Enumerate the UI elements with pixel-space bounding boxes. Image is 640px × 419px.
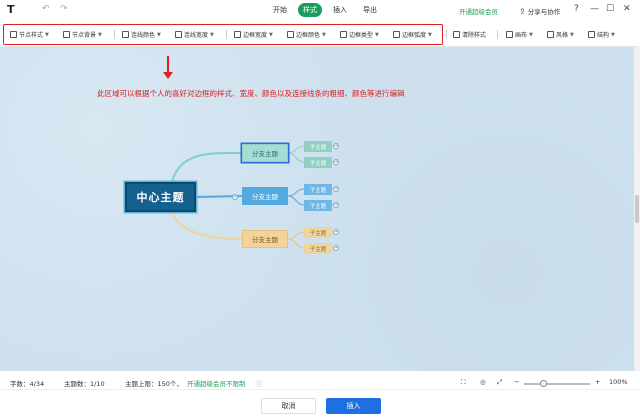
sub-topic[interactable]: 子主题 xyxy=(304,243,332,254)
close-icon[interactable]: ✕ xyxy=(623,4,631,14)
theme-icon xyxy=(547,31,554,38)
structure-icon xyxy=(588,31,595,38)
scrollbar-thumb[interactable] xyxy=(635,195,639,223)
sub-topic[interactable]: 子主题 xyxy=(304,141,332,152)
canvas-icon xyxy=(506,31,513,38)
zoom-out-icon[interactable]: − xyxy=(514,378,519,386)
branch-topic[interactable]: 分支主题 xyxy=(242,144,288,162)
divider xyxy=(497,30,498,39)
sub-topic[interactable]: 子主题 xyxy=(304,200,332,211)
share-icon: ⇪ xyxy=(519,7,526,16)
theme-label: 风格 xyxy=(556,32,569,39)
vertical-scrollbar[interactable] xyxy=(634,47,640,371)
annotation-text: 此区域可以根据个人的喜好对边框的样式、宽度、颜色以及连接线条的粗细、颜色等进行编… xyxy=(97,89,405,98)
canvas-button[interactable]: 画布 ▼ xyxy=(506,30,533,39)
structure-label: 结构 xyxy=(597,32,610,39)
clear-style-button[interactable]: 清除样式 xyxy=(453,30,486,39)
app-logo-icon: T xyxy=(7,3,15,16)
theme-button[interactable]: 风格 ▼ xyxy=(547,30,574,39)
toolbar-highlight-box xyxy=(3,24,443,45)
tab-style[interactable]: 样式 xyxy=(298,3,322,17)
sub-topic[interactable]: 子主题 xyxy=(304,184,332,195)
share-button[interactable]: ⇪ 分享与协作 xyxy=(519,6,560,16)
sub-topic[interactable]: 子主题 xyxy=(304,227,332,238)
canvas-label: 画布 xyxy=(515,32,528,39)
structure-button[interactable]: 结构 ▼ xyxy=(588,30,615,39)
tab-insert[interactable]: 插入 xyxy=(328,3,352,17)
topic-limit: 主题上限：150个， xyxy=(125,380,183,388)
vip-link[interactable]: 开通超级会员 xyxy=(459,6,498,16)
expand-plus-icon[interactable]: + xyxy=(232,194,238,200)
insert-button[interactable]: 插入 xyxy=(326,398,381,414)
fit-screen-icon[interactable]: ⛶ xyxy=(461,378,466,387)
zoom-in-icon[interactable]: + xyxy=(595,378,600,386)
expand-plus-icon[interactable]: + xyxy=(333,202,339,208)
locate-icon[interactable]: ◎ xyxy=(480,378,486,386)
tab-export[interactable]: 导出 xyxy=(358,3,382,17)
fullscreen-icon[interactable]: ⤢ xyxy=(497,378,502,387)
title-bar: T ↶ ↷ 开始 样式 插入 导出 开通超级会员 ⇪ 分享与协作 ? — ☐ ✕ xyxy=(0,0,640,20)
divider xyxy=(446,30,447,39)
chevron-down-icon: ▼ xyxy=(570,31,574,38)
central-topic[interactable]: 中心主题 xyxy=(125,182,196,212)
status-vip-link[interactable]: 开通超级会员不限制 xyxy=(187,378,246,388)
char-count: 字数：4/34 xyxy=(10,380,45,388)
clear-style-icon xyxy=(453,31,460,38)
maximize-icon[interactable]: ☐ xyxy=(606,4,614,14)
undo-icon[interactable]: ↶ xyxy=(42,4,50,14)
share-label: 分享与协作 xyxy=(527,8,561,16)
zoom-level: 100% xyxy=(609,378,628,386)
expand-plus-icon[interactable]: + xyxy=(333,186,339,192)
chevron-down-icon: ▼ xyxy=(529,31,533,38)
minimize-icon[interactable]: — xyxy=(590,4,599,14)
help-icon[interactable]: ? xyxy=(574,4,579,14)
clear-style-label: 清除样式 xyxy=(462,32,487,39)
cancel-button[interactable]: 取消 xyxy=(261,398,316,414)
expand-plus-icon[interactable]: + xyxy=(333,143,339,149)
branch-topic[interactable]: 分支主题 xyxy=(242,187,288,205)
branch-topic[interactable]: 分支主题 xyxy=(242,230,288,248)
redo-icon[interactable]: ↷ xyxy=(60,4,68,14)
status-bar: 字数：4/34 主题数：1/10 主题上限：150个， 开通超级会员不限制 ⓘ … xyxy=(0,375,640,389)
main-tabs: 开始 样式 插入 导出 xyxy=(268,3,382,17)
sub-topic[interactable]: 子主题 xyxy=(304,157,332,168)
info-icon[interactable]: ⓘ xyxy=(256,378,263,388)
zoom-slider[interactable] xyxy=(524,383,590,385)
expand-plus-icon[interactable]: + xyxy=(333,159,339,165)
annotation-arrow-head xyxy=(163,72,173,79)
expand-plus-icon[interactable]: + xyxy=(333,229,339,235)
zoom-slider-handle[interactable] xyxy=(540,380,547,387)
topic-count: 主题数：1/10 xyxy=(64,380,105,388)
tab-start[interactable]: 开始 xyxy=(268,3,292,17)
expand-plus-icon[interactable]: + xyxy=(333,245,339,251)
dialog-footer: 取消 插入 xyxy=(0,389,640,419)
chevron-down-icon: ▼ xyxy=(611,31,615,38)
